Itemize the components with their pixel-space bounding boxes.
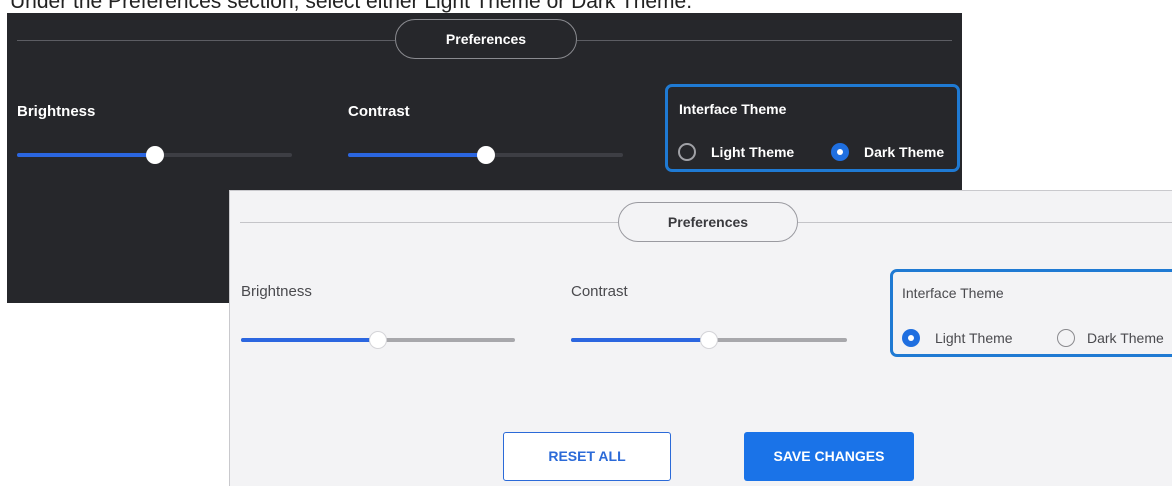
dark-theme-option-label[interactable]: Dark Theme (1087, 330, 1164, 346)
interface-theme-group: Interface Theme Light Theme Dark Theme (890, 269, 1172, 357)
brightness-slider[interactable] (241, 331, 515, 349)
light-theme-radio[interactable] (678, 143, 696, 161)
contrast-label: Contrast (571, 283, 628, 300)
contrast-slider-fill (348, 153, 486, 157)
section-divider-right (798, 222, 1172, 223)
contrast-slider[interactable] (571, 331, 847, 349)
section-divider-left (17, 40, 395, 41)
contrast-slider-thumb[interactable] (476, 146, 495, 164)
brightness-slider-fill (241, 338, 378, 342)
contrast-slider[interactable] (348, 146, 623, 164)
dark-theme-radio[interactable] (831, 143, 849, 161)
brightness-label: Brightness (241, 283, 312, 300)
reset-all-button[interactable]: RESET ALL (503, 432, 671, 481)
brightness-slider-thumb[interactable] (145, 146, 164, 164)
section-divider-right (577, 40, 952, 41)
light-theme-preview: Preferences Brightness Contrast Interfac… (229, 190, 1172, 486)
instruction-caption: Under the Preferences section, select ei… (10, 0, 693, 13)
save-changes-button[interactable]: SAVE CHANGES (744, 432, 914, 481)
interface-theme-label: Interface Theme (679, 101, 787, 117)
interface-theme-group: Interface Theme Light Theme Dark Theme (665, 84, 960, 172)
dark-theme-radio[interactable] (1057, 329, 1075, 347)
brightness-slider-thumb[interactable] (369, 331, 387, 349)
contrast-label: Contrast (348, 103, 410, 120)
light-theme-option-label[interactable]: Light Theme (935, 330, 1013, 346)
light-theme-option-label[interactable]: Light Theme (711, 144, 794, 160)
brightness-slider-fill (17, 153, 155, 157)
preferences-section-title: Preferences (618, 202, 798, 242)
dark-theme-option-label[interactable]: Dark Theme (864, 144, 944, 160)
light-theme-radio[interactable] (902, 329, 920, 347)
brightness-slider[interactable] (17, 146, 292, 164)
section-divider-left (240, 222, 618, 223)
preferences-section-title: Preferences (395, 19, 577, 59)
contrast-slider-fill (571, 338, 709, 342)
interface-theme-label: Interface Theme (902, 285, 1004, 301)
contrast-slider-thumb[interactable] (700, 331, 718, 349)
brightness-label: Brightness (17, 103, 96, 120)
